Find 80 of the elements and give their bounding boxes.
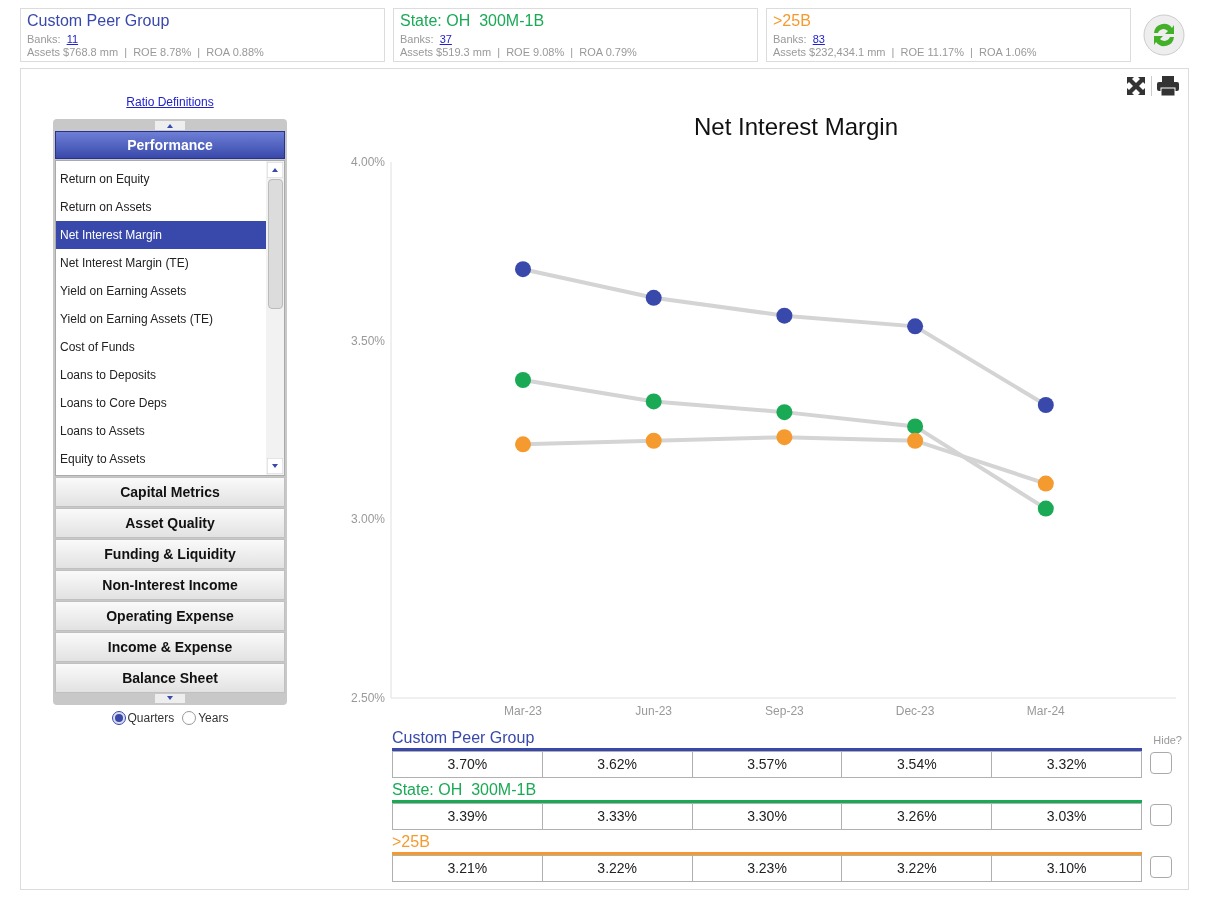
banks-count-link[interactable]: 11 [66, 33, 79, 46]
group-name: State: OH 300M-1B [392, 780, 537, 800]
metric-item[interactable]: Net Interest Margin (TE) [56, 249, 266, 277]
period-radio[interactable]: Quarters [111, 709, 175, 727]
category-header[interactable]: Funding & Liquidity [55, 539, 285, 569]
scroll-down-icon[interactable] [267, 458, 283, 474]
group-stats: Assets $768.8 mm | ROE 8.78% | ROA 0.88% [27, 46, 265, 59]
group-name: >25B [392, 832, 430, 852]
scroll-up-icon[interactable] [267, 162, 283, 178]
banks-label: Banks: [27, 33, 61, 46]
data-point[interactable] [907, 318, 924, 335]
chart-title: Net Interest Margin [693, 112, 899, 142]
banks-label: Banks: [773, 33, 807, 46]
y-tick-label: 3.50% [350, 333, 385, 348]
metric-item[interactable]: Equity to Assets [56, 445, 266, 473]
metric-item[interactable]: Loans to Deposits [56, 361, 266, 389]
table-cell: 3.54% [841, 751, 993, 778]
table-cell: 3.22% [541, 855, 693, 882]
table-cell: 3.70% [392, 751, 543, 778]
expand-icon[interactable] [1125, 75, 1147, 97]
data-point[interactable] [1037, 397, 1054, 413]
print-icon[interactable] [1156, 75, 1180, 97]
scrollbar-thumb[interactable] [267, 179, 283, 309]
y-tick-label: 3.00% [350, 512, 385, 527]
category-header[interactable]: Performance [55, 131, 285, 159]
refresh-icon[interactable] [1143, 14, 1185, 56]
table-cell: 3.32% [991, 751, 1142, 778]
category-header[interactable]: Non-Interest Income [55, 570, 285, 600]
banks-count-link[interactable]: 37 [439, 33, 452, 46]
x-tick-label: Jun-23 [635, 704, 673, 718]
hide-checkbox[interactable] [1150, 752, 1172, 774]
x-tick-label: Mar-24 [1026, 704, 1065, 718]
hide-label: Hide? [1153, 732, 1182, 748]
group-name: Custom Peer Group [27, 11, 171, 31]
group-name: >25B [773, 11, 812, 31]
x-tick-label: Sep-23 [765, 704, 804, 718]
scroll-down-icon[interactable] [155, 694, 185, 703]
metric-item[interactable]: Yield on Earning Assets (TE) [56, 305, 266, 333]
scroll-up-icon[interactable] [155, 121, 185, 130]
table-cell: 3.62% [541, 751, 693, 778]
group-name: Custom Peer Group [392, 728, 535, 748]
table-cell: 3.23% [691, 855, 843, 882]
hide-checkbox[interactable] [1150, 804, 1172, 826]
group-stats: Assets $519.3 mm | ROE 9.08% | ROA 0.79% [400, 46, 638, 59]
table-cell: 3.21% [392, 855, 543, 882]
ratio-definitions-link[interactable]: Ratio Definitions [126, 93, 214, 111]
table-cell: 3.03% [991, 803, 1142, 830]
banks-count-link[interactable]: 83 [812, 33, 825, 46]
table-cell: 3.26% [841, 803, 993, 830]
metric-item[interactable]: Yield on Earning Assets [56, 277, 266, 305]
data-point[interactable] [645, 289, 662, 306]
category-header[interactable]: Income & Expense [55, 632, 285, 662]
table-cell: 3.30% [691, 803, 843, 830]
y-tick-label: 2.50% [350, 691, 385, 705]
x-tick-label: Mar-23 [504, 704, 542, 718]
category-header[interactable]: Asset Quality [55, 508, 285, 538]
group-stats: Assets $232,434.1 mm | ROE 11.17% | ROA 1.06% [773, 46, 1038, 59]
x-tick-label: Dec-23 [895, 704, 935, 718]
metric-item[interactable]: Loans to Core Deps [56, 389, 266, 417]
metric-item[interactable]: Cost of Funds [56, 333, 266, 361]
period-radio[interactable]: Years [182, 709, 229, 727]
data-point[interactable] [776, 307, 793, 324]
table-cell: 3.10% [991, 855, 1142, 882]
banks-label: Banks: [400, 33, 434, 46]
y-tick-label: 4.00% [350, 155, 385, 169]
metric-item[interactable]: Return on Assets [56, 193, 266, 221]
category-header[interactable]: Operating Expense [55, 601, 285, 631]
table-cell: 3.22% [841, 855, 993, 882]
scrollbar[interactable] [266, 161, 284, 475]
data-point[interactable] [515, 261, 531, 278]
table-cell: 3.57% [691, 751, 843, 778]
hide-checkbox[interactable] [1150, 856, 1172, 878]
metric-item[interactable]: Loans to Assets [56, 417, 266, 445]
metric-item[interactable]: Return on Equity [56, 165, 266, 193]
category-header[interactable]: Capital Metrics [55, 477, 285, 507]
metric-item[interactable]: Net Interest Margin [56, 221, 266, 249]
category-header[interactable]: Balance Sheet [55, 663, 285, 693]
table-cell: 3.39% [392, 803, 543, 830]
table-cell: 3.33% [541, 803, 693, 830]
group-name: State: OH 300M-1B [400, 11, 546, 31]
